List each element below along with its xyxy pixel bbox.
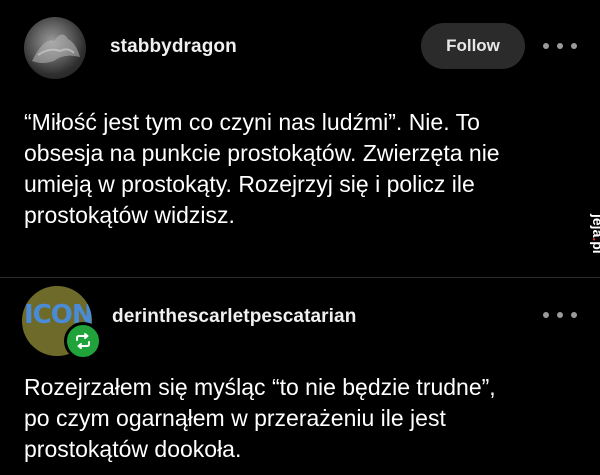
follow-button[interactable]: Follow [421,23,525,69]
avatar-image [32,34,80,63]
divider [0,277,600,278]
reblog-icon [64,322,102,360]
more-options-icon[interactable] [543,309,577,321]
more-options-icon[interactable] [543,40,577,52]
post-text: Rozejrzałem się myśląc “to nie będzie tr… [24,374,496,462]
watermark-logo: jeja.pl [574,210,600,272]
username[interactable]: derinthescarletpescatarian [112,306,356,328]
post-1: stabbydragon Follow “Miłość jest tym co … [0,0,600,278]
post-text: “Miłość jest tym co czyni nas ludźmi”. N… [24,109,500,228]
svg-text:jeja.pl: jeja.pl [590,213,600,254]
avatar[interactable]: ICON [22,286,102,360]
avatar[interactable] [24,17,86,79]
username[interactable]: stabbydragon [110,36,237,58]
